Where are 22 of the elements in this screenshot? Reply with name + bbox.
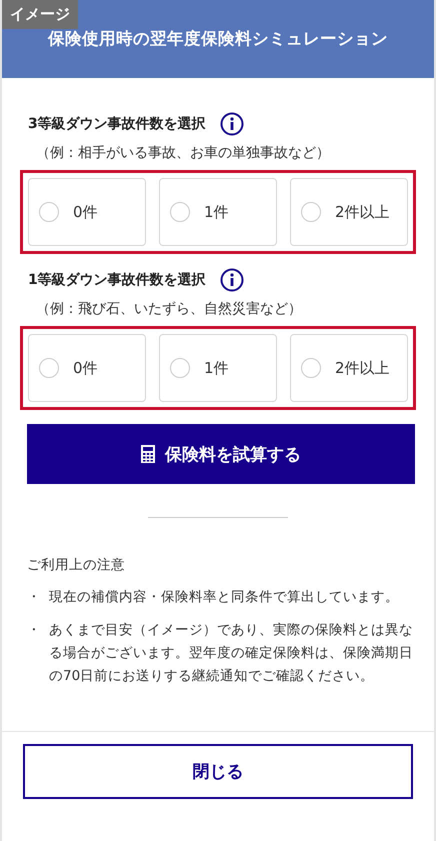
radio-option[interactable]: 1件 — [159, 178, 277, 246]
notes-title: ご利用上の注意 — [27, 556, 126, 574]
info-icon[interactable] — [220, 112, 244, 136]
question-hint: （例：飛び石、いたずら、自然災害など） — [36, 300, 303, 318]
radio-option[interactable]: 2件以上 — [290, 334, 408, 402]
calculator-icon — [141, 445, 155, 463]
info-icon[interactable] — [220, 268, 244, 292]
question-hint: （例：相手がいる事故、お車の単独事故など） — [36, 144, 331, 162]
question-label: 3等級ダウン事故件数を選択 — [28, 115, 206, 133]
question-label: 1等級ダウン事故件数を選択 — [28, 271, 206, 289]
bullet-mark: ・ — [27, 621, 42, 640]
page-title: 保険使用時の翌年度保険料シミュレーション — [48, 28, 388, 50]
calculate-button[interactable]: 保険料を試算する — [27, 424, 415, 484]
radio-option[interactable]: 2件以上 — [290, 178, 408, 246]
bullet-mark: ・ — [27, 588, 42, 607]
close-button[interactable]: 閉じる — [23, 744, 413, 799]
note-text: あくまで目安（イメージ）であり、実際の保険料とは異なる場合がございます。翌年度の確定保険料は、保険満期日の70日前にお送りする継続通知でご確認ください。 — [49, 621, 414, 686]
image-badge: イメージ — [2, 0, 78, 29]
radio-option[interactable]: 1件 — [159, 334, 277, 402]
note-text: 現在の補償内容・保険料率と同条件で算出しています。 — [49, 588, 400, 607]
radio-option[interactable]: 0件 — [28, 334, 146, 402]
radio-option[interactable]: 0件 — [28, 178, 146, 246]
